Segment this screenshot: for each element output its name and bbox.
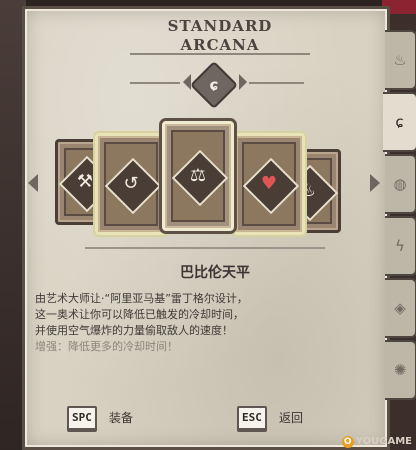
tab-lightning[interactable]: ϟ [385,216,416,276]
back-label: 返回 [279,411,304,425]
tab-earth[interactable]: ◍ [385,154,416,214]
arcana-card[interactable]: ♥ [233,133,305,235]
tornado-icon: ↺ [123,173,139,194]
description-line: 由艺术大师让·“阿里亚马基”雷丁格尔设计， [35,292,248,305]
hearts-cloud-icon: ♥ [260,173,278,194]
element-tabs: ♨ ɕ ◍ ϟ ◈ ✺ [383,30,416,435]
arcana-name: 巴比伦天平 [180,265,250,281]
arcana-card-selected[interactable]: ⚖ [162,121,234,231]
wind-icon: ɕ [395,113,404,131]
enhancement-text: 增强：降低更多的冷却时间！ [35,340,178,353]
badge-arrow-right [239,74,247,90]
title-divider [130,53,310,55]
carousel-prev-arrow[interactable] [28,174,38,192]
equip-key[interactable]: SPC [67,406,97,432]
watermark-text: YOUGAME [355,436,412,447]
flame-icon: ♨ [393,51,407,69]
name-divider [85,247,325,249]
category-badge: ɕ [189,60,239,110]
arcana-description: 由艺术大师让·“阿里亚马基”雷丁格尔设计， 这一奥术让你可以降低已触发的冷却时间… [35,291,385,355]
earth-icon: ◍ [393,175,407,193]
badge-line-left [130,82,180,84]
arcana-panel: STANDARD ARCANA ɕ ⚒ ♨ ↺ ♥ ⚖ 巴比伦天平 由艺术大师让 [22,6,390,450]
page-title: STANDARD ARCANA [165,17,275,55]
badge-arrow-left [183,74,191,90]
title-line-1: STANDARD [167,17,273,35]
carousel-next-arrow[interactable] [370,174,380,192]
tab-water[interactable]: ◈ [385,278,416,338]
back-key[interactable]: ESC [237,406,267,432]
badge-line-right [249,82,304,84]
watermark-logo-icon: O [341,436,354,448]
equip-label: 装备 [109,411,134,425]
lightning-icon: ϟ [395,237,405,255]
tab-flame[interactable]: ♨ [385,30,416,90]
arcana-card[interactable]: ↺ [95,133,167,235]
tab-wind[interactable]: ɕ [383,92,416,152]
tab-chaos[interactable]: ✺ [385,340,416,400]
watermark: O YOUGAME [341,436,412,448]
description-line: 并使用空气爆炸的力量偷取敌人的速度！ [35,324,233,337]
description-line: 这一奥术让你可以降低已触发的冷却时间， [35,308,244,321]
wind-swirl-icon: ɕ [209,76,219,94]
scales-icon: ⚖ [189,165,207,186]
chaos-icon: ✺ [393,361,407,379]
water-icon: ◈ [394,299,406,317]
